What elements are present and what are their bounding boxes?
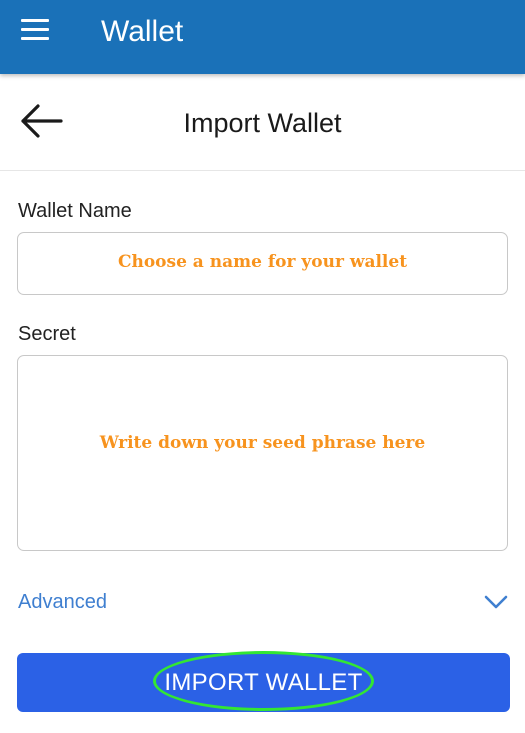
secret-annotation: Write down your seed phrase here <box>99 433 426 453</box>
advanced-label: Advanced <box>18 591 107 613</box>
app-title: Wallet <box>101 15 184 48</box>
import-wallet-button[interactable]: IMPORT WALLET <box>17 653 510 712</box>
wallet-name-annotation: Choose a name for your wallet <box>117 252 408 272</box>
secret-label: Secret <box>18 323 76 345</box>
secret-textarea[interactable]: Write down your seed phrase here <box>17 355 508 551</box>
hamburger-menu-icon[interactable] <box>21 19 50 41</box>
wallet-name-input[interactable]: Choose a name for your wallet <box>17 232 508 295</box>
page-header: Import Wallet <box>0 75 525 171</box>
advanced-toggle[interactable]: Advanced <box>0 580 525 624</box>
wallet-name-label: Wallet Name <box>18 200 132 222</box>
chevron-down-icon[interactable] <box>484 593 508 611</box>
page-title: Import Wallet <box>183 108 342 138</box>
app-bar: Wallet <box>0 0 525 74</box>
import-wallet-button-label: IMPORT WALLET <box>164 669 363 696</box>
